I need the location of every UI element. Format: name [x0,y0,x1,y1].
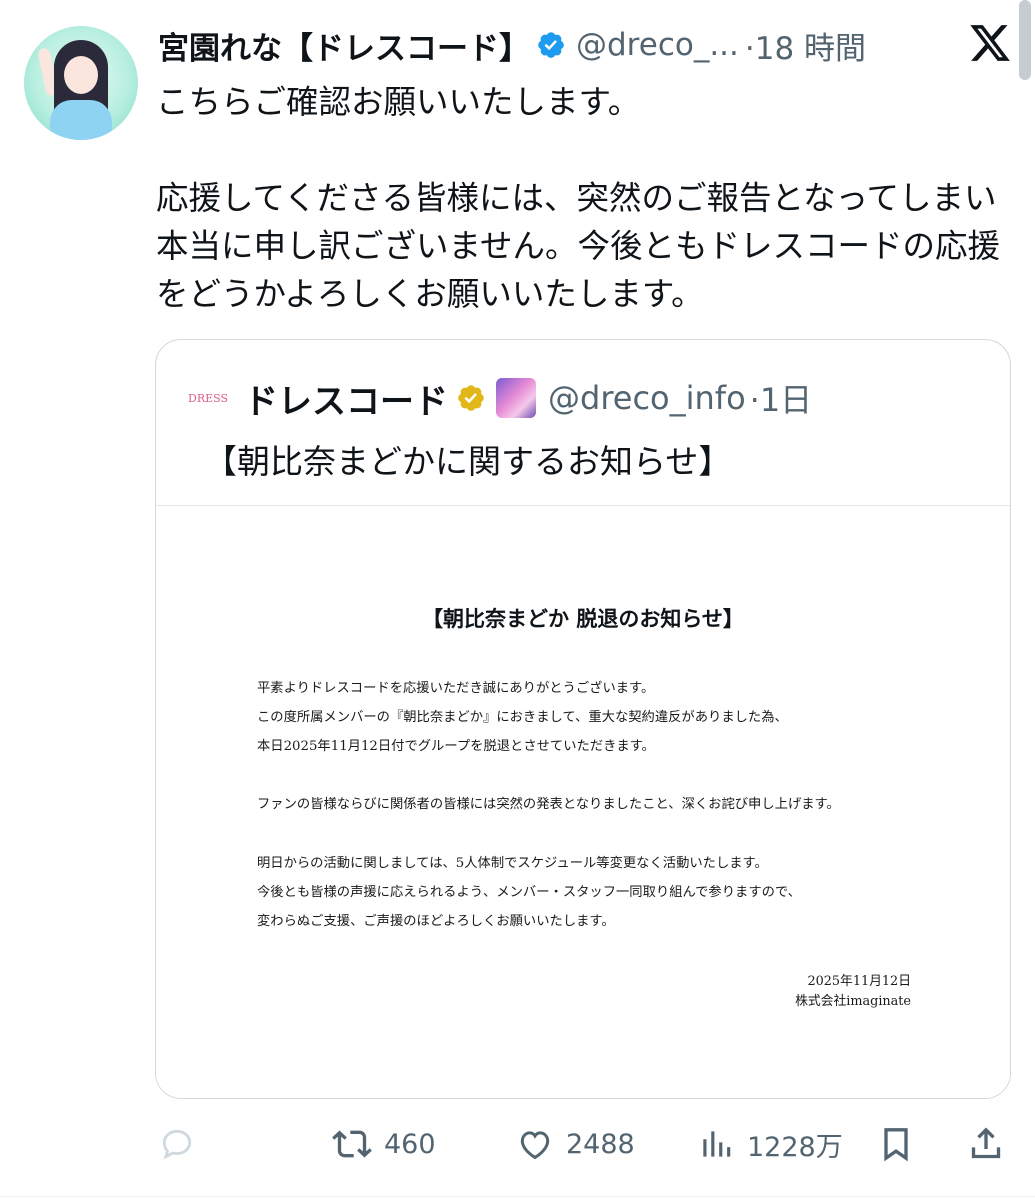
notice-line: 今後とも皆様の声援に応えられるよう、メンバー・スタッフ一同取り組んで参りますので… [257,885,801,900]
quoted-author-handle[interactable]: @dreco_info [548,379,746,417]
reply-icon [162,1129,192,1160]
quoted-tweet-timestamp[interactable]: ·1日 [750,375,813,421]
retweet-button[interactable]: 460 [332,1112,436,1176]
quoted-logo-text: DRESS [188,391,229,405]
bookmark-button[interactable] [876,1112,916,1176]
x-logo-icon[interactable] [968,20,1012,66]
org-verified-badge-icon [458,385,484,411]
notice-line: 変わらぬご支援、ご声援のほどよろしくお願いいたします。 [257,914,615,929]
reply-button[interactable] [158,1112,196,1176]
affiliate-avatar[interactable] [496,378,536,418]
notice-line: ファンの皆様ならびに関係者の皆様には突然の発表となりましたこと、深くお詫び申し上… [257,797,840,812]
author-name[interactable]: 宮園れな【ドレスコード】 [158,23,530,68]
quoted-author-logo[interactable]: DRESS [188,383,228,413]
bookmark-icon [884,1128,908,1162]
notice-line: 平素よりドレスコードを応援いただき誠にありがとうございます。 [257,681,655,696]
views-chart-icon [703,1131,731,1157]
notice-company: 株式会社imaginate [795,994,911,1009]
notice-date: 2025年11月12日 [807,974,911,989]
notice-line: 本日2025年11月12日付でグループを脱退とさせていただきます。 [257,739,655,754]
author-avatar[interactable] [24,26,138,140]
quoted-tweet-image[interactable]: 【朝比奈まどか 脱退のお知らせ】 平素よりドレスコードを応援いただき誠にありがと… [156,505,1010,1098]
views-button[interactable]: 1228万 [697,1112,843,1176]
retweet-icon [332,1130,372,1158]
quoted-tweet-header: DRESS ドレスコード @dreco_info ·1日 [188,370,812,426]
notice-line: 明日からの活動に関しましては、5人体制でスケジュール等変更なく活動いたします。 [257,856,768,871]
verified-badge-icon [538,32,564,58]
tweet-action-bar: 460 2488 1228万 [0,1112,1035,1176]
like-count: 2488 [566,1128,635,1160]
share-icon [971,1127,1001,1159]
quoted-tweet-card[interactable]: DRESS ドレスコード @dreco_info ·1日 【朝比奈まどかに関する… [155,339,1011,1099]
avatar-figure-face [64,56,98,94]
divider [0,1196,1035,1197]
quoted-author-name[interactable]: ドレスコード [244,374,448,423]
views-count: 1228万 [747,1131,843,1163]
share-button[interactable] [966,1112,1006,1176]
avatar-figure-dress [50,100,112,140]
author-handle[interactable]: @dreco_... [576,27,739,63]
quoted-tweet-text: 【朝比奈まどかに関するお知らせ】 [204,442,732,481]
notice-line: この度所属メンバーの『朝比奈まどか』におきまして、重大な契約違反がありました為、 [257,710,788,725]
retweet-count: 460 [384,1128,436,1160]
scrollbar-thumb[interactable] [1019,0,1031,80]
tweet-timestamp[interactable]: ·18 時間 [745,23,866,68]
heart-icon [520,1131,550,1160]
notice-title: 【朝比奈まどか 脱退のお知らせ】 [422,606,744,631]
like-button[interactable]: 2488 [516,1112,635,1176]
tweet-text: こちらご確認お願いいたします。 応援してくださる皆様には、突然のご報告となってし… [156,83,1001,313]
tweet-header: 宮園れな【ドレスコード】 @dreco_... ·18 時間 [158,20,866,70]
